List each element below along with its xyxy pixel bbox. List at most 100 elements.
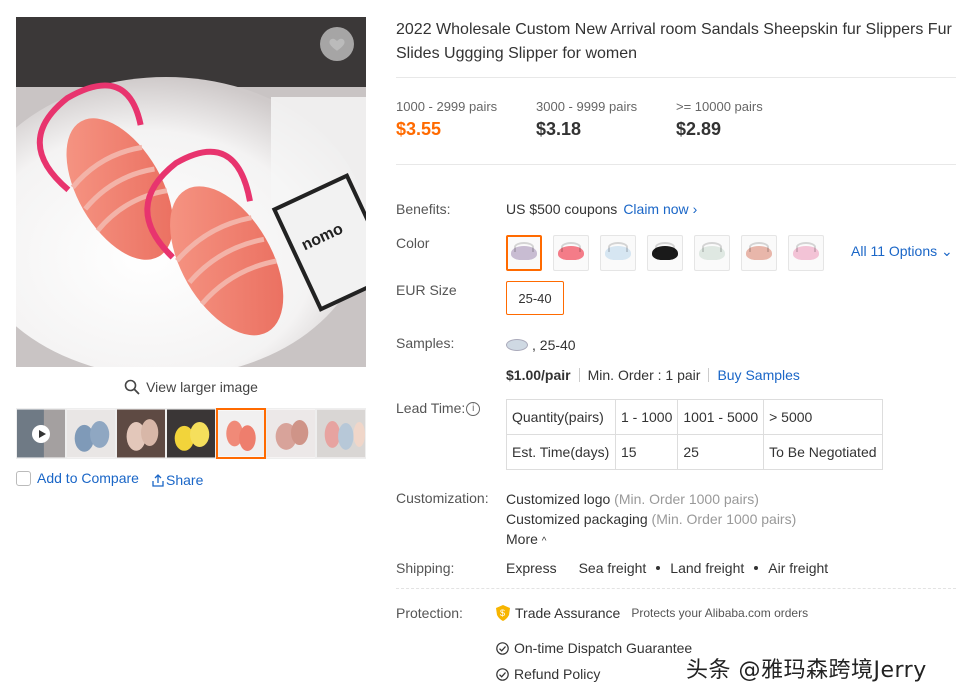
separator	[578, 368, 580, 382]
sample-min-order: Min. Order : 1 pair	[587, 367, 701, 383]
table-row: Quantity(pairs) 1 - 1000 1001 - 5000 > 5…	[506, 399, 884, 435]
thumbnail[interactable]	[66, 408, 116, 459]
table-row: Est. Time(days) 15 25 To Be Negotiated	[506, 434, 884, 470]
info-icon[interactable]: i	[466, 402, 481, 417]
color-swatch-7[interactable]	[788, 235, 824, 271]
table-cell: > 5000	[763, 399, 884, 435]
chevron-up-icon: ^	[541, 536, 547, 547]
thumbnail[interactable]	[266, 408, 316, 459]
thumbnail-image	[267, 409, 315, 458]
thumbnail-image	[317, 409, 365, 458]
sample-variant: , 25-40	[506, 337, 576, 353]
swatch-thumbnail	[793, 242, 819, 260]
main-product-image[interactable]: nomo	[16, 17, 366, 367]
customization-item: Customized logo (Min. Order 1000 pairs)	[506, 491, 759, 507]
lead-time-label: Lead Time: i	[396, 400, 481, 417]
lead-time-label-text: Lead Time:	[396, 400, 466, 416]
divider	[396, 77, 956, 78]
customization-name: Customized logo	[506, 491, 611, 507]
thumbnail-image	[67, 409, 115, 458]
shipping-method: Sea freight	[578, 560, 647, 576]
compare-checkbox[interactable]	[16, 470, 31, 486]
swatch-thumbnail	[699, 242, 725, 260]
table-cell: To Be Negotiated	[763, 434, 884, 470]
thumbnail[interactable]	[316, 408, 366, 459]
thumbnail-image	[218, 410, 264, 457]
divider	[396, 164, 956, 165]
protection-label: Protection:	[396, 605, 463, 621]
dot-separator	[656, 566, 661, 570]
color-swatches	[506, 235, 824, 271]
trade-assurance-note: Protects your Alibaba.com orders	[631, 606, 809, 620]
chevron-down-icon: ⌄	[941, 243, 953, 259]
trade-assurance-label[interactable]: Trade Assurance	[515, 605, 620, 621]
customization-name: Customized packaging	[506, 511, 648, 527]
thumbnail[interactable]	[116, 408, 166, 459]
swatch-thumbnail	[746, 242, 772, 260]
color-label: Color	[396, 235, 430, 251]
thumbnail-image	[167, 409, 215, 458]
sample-thumbnail-icon	[506, 339, 528, 351]
sample-variant-text: , 25-40	[532, 337, 576, 353]
swatch-thumbnail	[605, 242, 631, 260]
customization-item: Customized packaging (Min. Order 1000 pa…	[506, 511, 796, 527]
thumbnail-selected[interactable]	[216, 408, 266, 459]
customization-note: (Min. Order 1000 pairs)	[651, 511, 797, 527]
customization-label: Customization:	[396, 490, 489, 506]
watermark: 头条 @雅玛森跨境Jerry	[686, 658, 927, 683]
share-link[interactable]: Share	[152, 472, 203, 488]
sample-price-row: $1.00/pair Min. Order : 1 pair Buy Sampl…	[506, 367, 800, 383]
shipping-method: Express	[506, 560, 557, 576]
trade-assurance-shield-icon: $	[496, 605, 510, 621]
magnifier-icon	[124, 379, 140, 395]
buy-samples-link[interactable]: Buy Samples	[717, 367, 799, 383]
thumbnail-video[interactable]	[16, 408, 66, 459]
shipping-method: Land freight	[670, 560, 745, 576]
shipping-label: Shipping:	[396, 560, 455, 576]
coupon-text: US $500 coupons	[506, 201, 618, 217]
color-swatch-3[interactable]	[600, 235, 636, 271]
swatch-thumbnail	[652, 242, 678, 260]
color-swatch-2[interactable]	[553, 235, 589, 271]
thumbnail[interactable]	[166, 408, 216, 459]
share-label: Share	[166, 472, 204, 488]
thumbnail-strip	[16, 408, 366, 459]
claim-now-label: Claim now	[623, 201, 689, 217]
shipping-methods: Express Sea freight Land freight Air fre…	[506, 560, 828, 576]
tier-price: $3.18	[536, 119, 582, 139]
table-cell: 1001 - 5000	[677, 399, 765, 435]
all-options-dropdown[interactable]: All 11 Options ⌄	[851, 243, 953, 260]
more-toggle[interactable]: More ^	[506, 531, 547, 547]
claim-now-link[interactable]: Claim now ›	[623, 201, 697, 217]
play-icon	[32, 425, 50, 443]
color-swatch-5[interactable]	[694, 235, 730, 271]
size-option[interactable]: 25-40	[506, 281, 564, 315]
benefits-label: Benefits:	[396, 201, 451, 217]
view-larger-link[interactable]: View larger image	[16, 379, 366, 395]
product-title: 2022 Wholesale Custom New Arrival room S…	[396, 21, 952, 62]
tier-price: $2.89	[676, 119, 722, 139]
samples-label: Samples:	[396, 335, 455, 351]
dot-separator	[754, 566, 759, 570]
table-cell: 25	[677, 434, 765, 470]
shipping-method: Air freight	[768, 560, 829, 576]
price-tier: 3000 - 9999 pairs $3.18	[536, 99, 637, 140]
dispatch-guarantee-row: On-time Dispatch Guarantee	[496, 640, 692, 656]
trade-assurance-row: $ Trade Assurance Protects your Alibaba.…	[496, 605, 808, 621]
tier-quantity: 1000 - 2999 pairs	[396, 99, 498, 114]
size-label: EUR Size	[396, 282, 457, 298]
thumbnail-image	[117, 409, 165, 458]
table-cell: Quantity(pairs)	[506, 399, 616, 435]
heart-icon	[329, 38, 345, 51]
divider	[396, 588, 956, 589]
color-swatch-6[interactable]	[741, 235, 777, 271]
view-larger-label: View larger image	[146, 379, 258, 395]
favorite-button[interactable]	[320, 27, 354, 61]
add-to-compare[interactable]: Add to Compare	[16, 470, 139, 486]
color-swatch-1[interactable]	[506, 235, 542, 271]
customization-note: (Min. Order 1000 pairs)	[614, 491, 759, 507]
table-cell: 15	[614, 434, 679, 470]
color-swatch-4[interactable]	[647, 235, 683, 271]
lead-time-table: Quantity(pairs) 1 - 1000 1001 - 5000 > 5…	[506, 399, 884, 470]
price-tier: >= 10000 pairs $2.89	[676, 99, 763, 140]
